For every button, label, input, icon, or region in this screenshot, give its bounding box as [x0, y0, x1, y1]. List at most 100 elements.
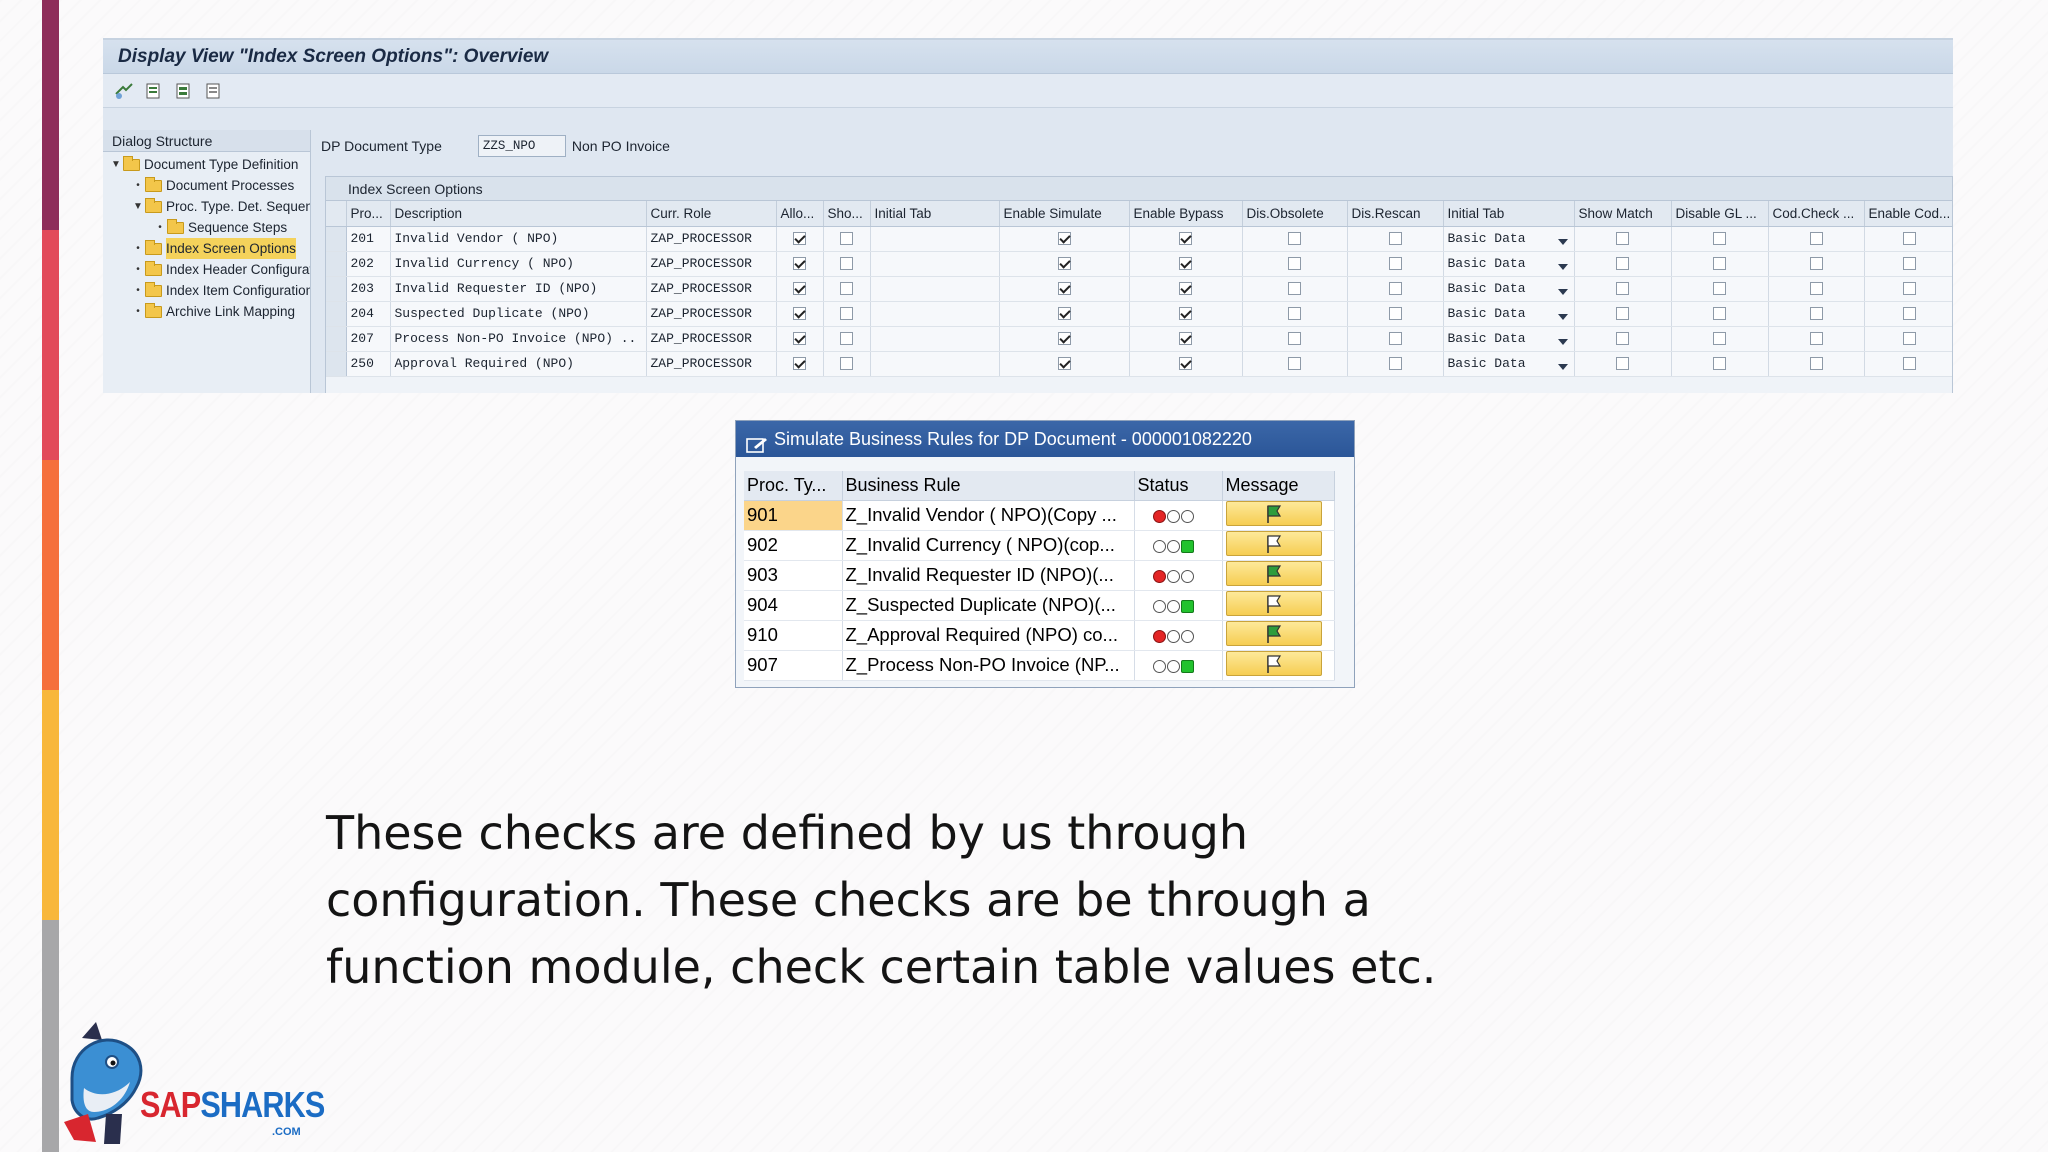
checkbox[interactable]	[1809, 357, 1823, 371]
checkbox[interactable]	[1616, 232, 1629, 246]
initial-tab-dropdown[interactable]: Basic Data	[1443, 326, 1575, 352]
checkbox[interactable]	[1057, 357, 1071, 371]
checkbox[interactable]	[1713, 307, 1726, 321]
tree-node[interactable]: • Sequence Steps	[153, 217, 287, 238]
checkbox[interactable]	[1388, 332, 1402, 346]
checkbox[interactable]	[793, 332, 806, 346]
column-header[interactable]: Business Rule	[842, 471, 1135, 501]
checkbox[interactable]	[1288, 357, 1301, 371]
checkbox[interactable]	[1388, 307, 1402, 321]
checkbox[interactable]	[1902, 357, 1916, 371]
checkbox[interactable]	[1902, 257, 1916, 271]
dropdown-arrow-icon[interactable]	[1557, 339, 1568, 345]
checkbox[interactable]	[1616, 257, 1629, 271]
row-selector[interactable]	[326, 251, 347, 277]
checkbox[interactable]	[1809, 282, 1823, 296]
doc-type-input[interactable]: ZZS_NPO	[477, 135, 566, 157]
checkbox[interactable]	[840, 307, 853, 321]
checkbox[interactable]	[1288, 307, 1301, 321]
checkbox[interactable]	[1179, 357, 1192, 371]
checkbox[interactable]	[1179, 307, 1192, 321]
dropdown-arrow-icon[interactable]	[1557, 264, 1568, 270]
select-all-icon[interactable]	[173, 80, 195, 102]
checkbox[interactable]	[1809, 307, 1823, 321]
message-button[interactable]	[1225, 561, 1322, 587]
column-header[interactable]: Proc. Ty...	[744, 471, 843, 501]
checkbox[interactable]	[1057, 232, 1071, 246]
column-header[interactable]: Disable GL ...	[1671, 201, 1769, 227]
initial-tab-dropdown[interactable]: Basic Data	[1443, 251, 1575, 277]
message-button[interactable]	[1225, 591, 1322, 617]
checkbox[interactable]	[1057, 307, 1071, 321]
checkbox[interactable]	[1713, 257, 1726, 271]
checkbox[interactable]	[1616, 332, 1629, 346]
tree-node[interactable]: • Index Header Configuration	[131, 259, 310, 280]
checkbox[interactable]	[1713, 282, 1726, 296]
column-header[interactable]: Enable Cod...	[1864, 201, 1952, 227]
initial-tab-dropdown[interactable]: Basic Data	[1443, 301, 1575, 327]
table-row[interactable]: 904 Z_Suspected Duplicate (NPO)(...	[744, 590, 1335, 621]
checkbox[interactable]	[1388, 232, 1402, 246]
column-header[interactable]: Cod.Check ...	[1768, 201, 1865, 227]
tree-node[interactable]: • Document Processes	[131, 175, 294, 196]
checkbox[interactable]	[840, 332, 853, 346]
checkbox[interactable]	[1902, 232, 1916, 246]
checkbox[interactable]	[1713, 332, 1726, 346]
dropdown-arrow-icon[interactable]	[1557, 289, 1568, 295]
checkbox[interactable]	[1179, 257, 1192, 271]
checkbox[interactable]	[840, 357, 853, 371]
tree-node[interactable]: • Index Item Configuration	[131, 280, 310, 301]
table-row[interactable]: 907 Z_Process Non-PO Invoice (NP...	[744, 650, 1335, 681]
row-selector[interactable]	[326, 226, 347, 252]
table-row[interactable]: 902 Z_Invalid Currency ( NPO)(cop...	[744, 530, 1335, 561]
column-header[interactable]: Description	[390, 201, 647, 227]
expand-arrow-icon[interactable]: ▼	[131, 196, 145, 217]
checkbox[interactable]	[1057, 257, 1071, 271]
checkbox[interactable]	[1902, 332, 1916, 346]
checkbox[interactable]	[1179, 332, 1192, 346]
checkbox[interactable]	[793, 232, 806, 246]
column-header[interactable]: Enable Simulate	[999, 201, 1130, 227]
message-button[interactable]	[1225, 501, 1322, 527]
checkbox[interactable]	[1902, 282, 1916, 296]
checkbox[interactable]	[840, 257, 853, 271]
column-header[interactable]: Dis.Obsolete	[1242, 201, 1348, 227]
deselect-all-icon[interactable]	[203, 80, 225, 102]
message-button[interactable]	[1225, 651, 1322, 677]
column-header[interactable]: Dis.Rescan	[1347, 201, 1444, 227]
column-header[interactable]: Status	[1134, 471, 1223, 501]
checkbox[interactable]	[793, 307, 806, 321]
checkbox[interactable]	[1388, 257, 1402, 271]
column-header[interactable]: Initial Tab	[870, 201, 1000, 227]
tree-node[interactable]: • Index Screen Options	[131, 238, 296, 259]
tree-node[interactable]: ▼ Document Type Definition	[109, 154, 298, 175]
details-icon[interactable]	[143, 80, 165, 102]
column-header[interactable]: Initial Tab	[1443, 201, 1575, 227]
message-button[interactable]	[1225, 621, 1322, 647]
tree-node[interactable]: ▼ Proc. Type. Det. Sequence	[131, 196, 310, 217]
dropdown-arrow-icon[interactable]	[1557, 314, 1568, 320]
checkbox[interactable]	[793, 357, 806, 371]
checkbox[interactable]	[1179, 282, 1192, 296]
row-selector[interactable]	[326, 326, 347, 352]
checkbox[interactable]	[1179, 232, 1192, 246]
checkbox[interactable]	[1902, 307, 1916, 321]
checkbox[interactable]	[1713, 357, 1726, 371]
column-header[interactable]: Show Match	[1574, 201, 1672, 227]
checkbox[interactable]	[1616, 307, 1629, 321]
tree-node[interactable]: • Archive Link Mapping	[131, 301, 295, 322]
checkbox[interactable]	[840, 282, 853, 296]
expand-arrow-icon[interactable]: ▼	[109, 154, 123, 175]
checkbox[interactable]	[1288, 332, 1301, 346]
checkbox[interactable]	[1057, 282, 1071, 296]
column-header[interactable]: Enable Bypass	[1129, 201, 1243, 227]
column-header[interactable]: Message	[1222, 471, 1335, 501]
checkbox[interactable]	[793, 282, 806, 296]
checkbox[interactable]	[1616, 357, 1629, 371]
checkbox[interactable]	[1288, 282, 1301, 296]
row-selector[interactable]	[326, 301, 347, 327]
table-row[interactable]: 903 Z_Invalid Requester ID (NPO)(...	[744, 560, 1335, 591]
checkbox[interactable]	[1388, 357, 1402, 371]
checkbox[interactable]	[793, 257, 806, 271]
column-header[interactable]: Allo...	[776, 201, 824, 227]
